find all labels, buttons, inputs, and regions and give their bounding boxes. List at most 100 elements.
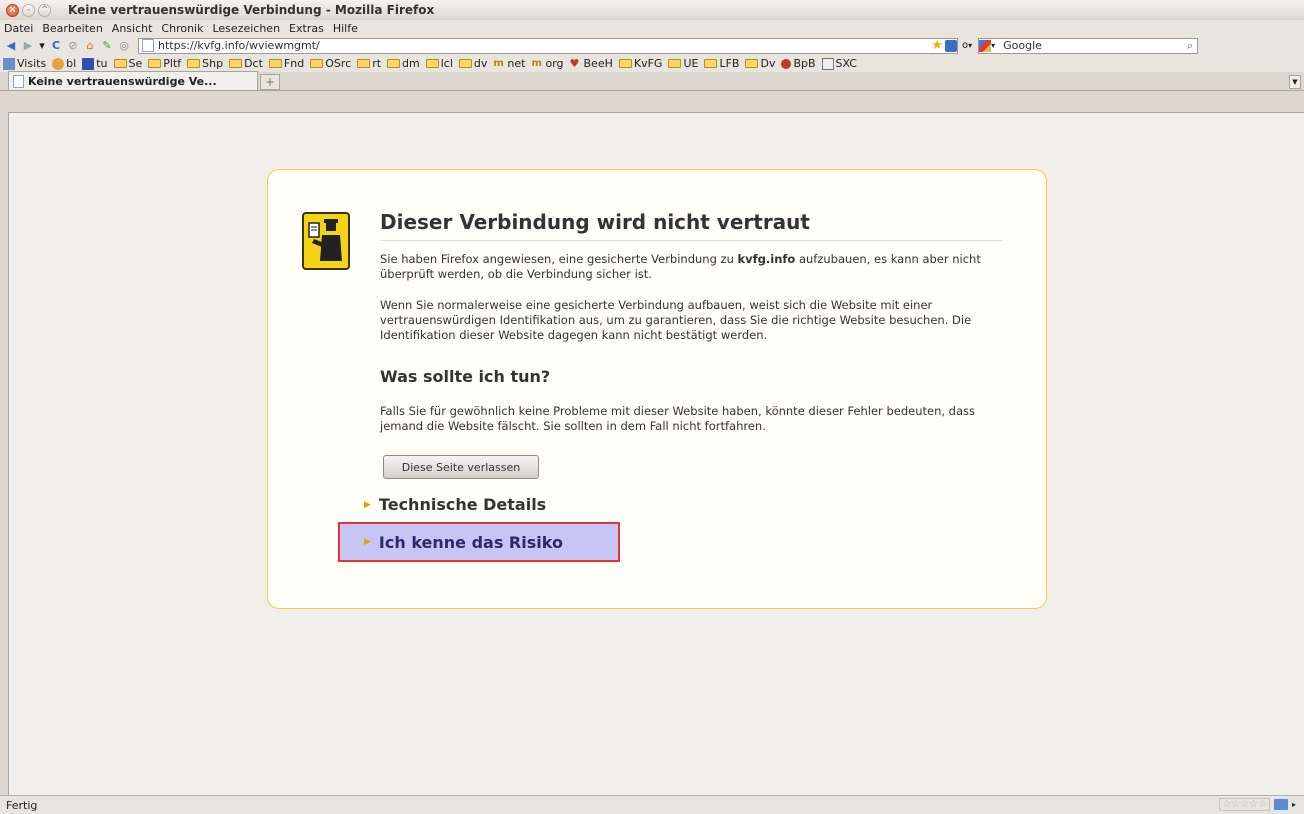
bookmark-org[interactable]: m org <box>531 57 563 70</box>
bookmark-beeh[interactable]: ♥ BeeH <box>570 57 613 70</box>
box-icon <box>821 57 834 70</box>
window-maximize-button[interactable]: ^ <box>38 3 51 17</box>
window-close-button[interactable]: × <box>6 3 19 17</box>
error-paragraph-2: Wenn Sie normalerweise eine gesicherte V… <box>380 298 972 342</box>
bookmark-osrc[interactable]: OSrc <box>310 57 351 70</box>
status-right-area: ☆☆☆☆☆ ▸ <box>1219 798 1296 811</box>
bookmark-visits[interactable]: Visits <box>3 57 46 70</box>
expand-arrow-icon: ▶ <box>364 537 371 547</box>
url-bar[interactable]: https://kvfg.info/wviewmgmt/ ★ <box>138 37 958 54</box>
folder-icon <box>229 59 243 68</box>
understand-risks-label: Ich kenne das Risiko <box>378 532 563 552</box>
error-title: Dieser Verbindung wird nicht vertraut <box>380 210 1002 241</box>
bookmark-lcl[interactable]: lcl <box>425 57 453 70</box>
magnifier-icon[interactable]: ⌕ <box>1187 39 1193 53</box>
window-minimize-button[interactable]: – <box>22 3 35 17</box>
folder-icon <box>425 59 439 68</box>
bookmark-ue[interactable]: UE <box>668 57 698 70</box>
host-name: kvfg.info <box>737 252 796 266</box>
bookmark-fnd[interactable]: Fnd <box>268 57 304 70</box>
mail-icon[interactable] <box>1273 799 1288 810</box>
search-engine-selector[interactable]: ▾ <box>979 39 1001 53</box>
menu-lesezeichen[interactable]: Lesezeichen <box>212 22 280 35</box>
bookmark-shp[interactable]: Shp <box>187 57 223 70</box>
bookmark-dm[interactable]: dm <box>387 57 420 70</box>
police-officer-svg <box>308 219 342 261</box>
search-input[interactable]: Google <box>1001 39 1187 52</box>
tab-current[interactable]: Keine vertrauenswürdige Ve... <box>8 71 258 90</box>
menu-bearbeiten[interactable]: Bearbeiten <box>42 22 102 35</box>
feed-dropdown-icon[interactable]: ▾ <box>968 41 972 50</box>
page-content: Dieser Verbindung wird nicht vertraut Si… <box>8 112 1304 795</box>
red-dot-icon <box>781 58 792 69</box>
page-icon <box>13 74 24 88</box>
home-icon[interactable]: ⌂ <box>83 39 97 53</box>
bookmark-tu[interactable]: tu <box>82 57 108 70</box>
globe-icon[interactable]: ◎ <box>117 39 131 53</box>
bookmark-sxc[interactable]: SXC <box>821 57 857 70</box>
folder-icon <box>310 59 324 68</box>
status-text: Fertig <box>6 798 38 812</box>
folder-icon <box>187 59 201 68</box>
error-box: Dieser Verbindung wird nicht vertraut Si… <box>267 169 1047 609</box>
tab-label: Keine vertrauenswürdige Ve... <box>28 74 217 88</box>
info-icon[interactable] <box>945 39 957 52</box>
tab-bar: Keine vertrauenswürdige Ve... + ▼ <box>0 71 1304 91</box>
folder-icon <box>458 59 472 68</box>
bee-icon: ♥ <box>569 56 580 70</box>
folder-icon <box>268 59 282 68</box>
folder-icon <box>387 59 401 68</box>
rating-stars-icon[interactable]: ☆☆☆☆☆ <box>1219 798 1270 811</box>
tab-list-dropdown-icon[interactable]: ▼ <box>1289 75 1301 89</box>
calendar-icon <box>82 57 95 70</box>
bookmark-dct[interactable]: Dct <box>229 57 263 70</box>
m-icon: m <box>531 57 542 69</box>
history-dropdown-icon[interactable]: ▾ <box>38 39 46 53</box>
expand-arrow-icon: ▶ <box>364 499 371 510</box>
menu-extras[interactable]: Extras <box>289 22 324 35</box>
technical-details-label: Technische Details <box>378 495 547 514</box>
new-tab-button[interactable]: + <box>260 74 280 90</box>
menu-ansicht[interactable]: Ansicht <box>112 22 153 35</box>
bookmark-lfb[interactable]: LFB <box>704 57 739 70</box>
mail-dropdown-icon[interactable]: ▸ <box>1292 800 1296 809</box>
navigation-toolbar: ◀ ▶ ▾ C ⊘ ⌂ ✎ ◎ https://kvfg.info/wviewm… <box>0 36 1304 55</box>
reload-icon[interactable]: C <box>49 39 63 53</box>
face-icon <box>52 57 65 70</box>
bookmark-kvfg[interactable]: KvFG <box>618 57 662 70</box>
police-officer-icon <box>302 212 350 270</box>
search-box[interactable]: ▾ Google ⌕ <box>978 37 1199 54</box>
bookmark-net[interactable]: m net <box>493 57 525 70</box>
url-text: https://kvfg.info/wviewmgmt/ <box>158 39 320 52</box>
stop-icon[interactable]: ⊘ <box>66 39 80 53</box>
technical-details-expander[interactable]: ▶ Technische Details <box>364 495 546 514</box>
bookmark-se[interactable]: Se <box>113 57 142 70</box>
bookmark-dv2[interactable]: Dv <box>745 57 775 70</box>
menu-chronik[interactable]: Chronik <box>161 22 203 35</box>
error-paragraph-3: Falls Sie für gewöhnlich keine Probleme … <box>380 404 975 433</box>
bookmark-rt[interactable]: rt <box>357 57 381 70</box>
menu-bar: Datei Bearbeiten Ansicht Chronik Lesezei… <box>0 20 1304 36</box>
forward-icon[interactable]: ▶ <box>21 39 35 53</box>
page-icon <box>3 57 15 70</box>
understand-risks-expander[interactable]: ▶ Ich kenne das Risiko <box>338 522 620 562</box>
folder-icon <box>113 59 127 68</box>
bookmark-pltf[interactable]: Pltf <box>148 57 181 70</box>
google-icon <box>979 39 992 52</box>
bookmark-dv[interactable]: dv <box>458 57 487 70</box>
error-paragraph-1: Sie haben Firefox angewiesen, eine gesic… <box>380 252 981 281</box>
folder-icon <box>668 59 682 68</box>
what-to-do-heading: Was sollte ich tun? <box>380 367 551 386</box>
leave-page-button[interactable]: Diese Seite verlassen <box>383 455 539 479</box>
menu-hilfe[interactable]: Hilfe <box>333 22 358 35</box>
page-icon <box>142 39 154 52</box>
folder-icon <box>357 59 371 68</box>
bookmark-star-icon[interactable]: ★ <box>931 38 943 53</box>
folder-icon <box>618 59 632 68</box>
back-icon[interactable]: ◀ <box>4 39 18 53</box>
bookmark-bpb[interactable]: BpB <box>781 57 816 70</box>
menu-datei[interactable]: Datei <box>4 22 33 35</box>
pencil-icon[interactable]: ✎ <box>100 39 114 53</box>
bookmark-bl[interactable]: bl <box>52 57 76 70</box>
folder-icon <box>704 59 718 68</box>
